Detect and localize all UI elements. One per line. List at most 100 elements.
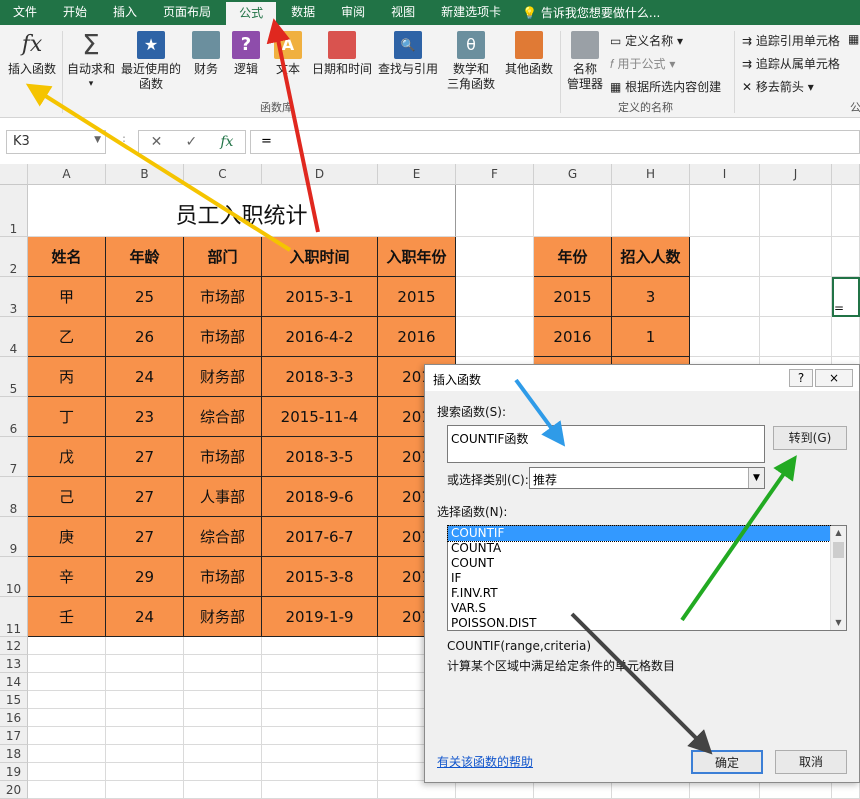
cell[interactable]: [378, 781, 456, 799]
cell[interactable]: [184, 709, 262, 727]
cell[interactable]: [612, 185, 690, 237]
cell[interactable]: [456, 185, 534, 237]
datetime-button[interactable]: 日期和时间: [310, 29, 374, 77]
row-header[interactable]: 14: [0, 673, 28, 691]
search-input[interactable]: COUNTIF函数: [447, 425, 765, 463]
table-cell[interactable]: 市场部: [184, 277, 262, 317]
cell[interactable]: [534, 781, 612, 799]
table-cell[interactable]: 甲: [28, 277, 106, 317]
row-header[interactable]: 9: [0, 517, 28, 557]
cell[interactable]: [690, 317, 760, 357]
cell[interactable]: [262, 709, 378, 727]
table-header[interactable]: 部门: [184, 237, 262, 277]
summary-cell[interactable]: 2016: [534, 317, 612, 357]
row-header[interactable]: 19: [0, 763, 28, 781]
table-header[interactable]: 入职年份: [378, 237, 456, 277]
lookup-button[interactable]: 🔍 查找与引用: [376, 29, 440, 77]
cell[interactable]: [106, 709, 184, 727]
table-cell[interactable]: 2018-9-6: [262, 477, 378, 517]
cell[interactable]: [690, 237, 760, 277]
use-in-formula-button[interactable]: 𝑓 用于公式 ▾: [610, 55, 675, 72]
cell[interactable]: [184, 655, 262, 673]
function-list-item[interactable]: F.INV.RT: [448, 586, 830, 601]
list-scrollbar[interactable]: ▲ ▼: [830, 526, 846, 630]
cell[interactable]: [28, 709, 106, 727]
column-header[interactable]: G: [534, 164, 612, 185]
function-list-item[interactable]: IF: [448, 571, 830, 586]
cell[interactable]: [184, 745, 262, 763]
select-all-corner[interactable]: [0, 164, 28, 185]
table-cell[interactable]: 市场部: [184, 317, 262, 357]
column-header[interactable]: B: [106, 164, 184, 185]
summary-cell[interactable]: 2015: [534, 277, 612, 317]
financial-button[interactable]: 财务: [188, 29, 224, 77]
scroll-down-icon[interactable]: ▼: [831, 616, 846, 630]
cell[interactable]: [106, 637, 184, 655]
table-cell[interactable]: 市场部: [184, 437, 262, 477]
cell[interactable]: [28, 673, 106, 691]
cell[interactable]: [184, 727, 262, 745]
row-header[interactable]: 15: [0, 691, 28, 709]
function-list-item[interactable]: COUNTIF: [447, 525, 831, 542]
tab-formulas[interactable]: 公式: [226, 2, 277, 25]
cell[interactable]: [456, 277, 534, 317]
function-list-item[interactable]: COUNTA: [448, 541, 830, 556]
active-cell[interactable]: =: [832, 277, 860, 317]
go-button[interactable]: 转到(G): [773, 426, 847, 450]
table-cell[interactable]: 24: [106, 357, 184, 397]
help-link[interactable]: 有关该函数的帮助: [437, 753, 533, 770]
tab-new[interactable]: 新建选项卡: [428, 0, 514, 25]
table-cell[interactable]: 己: [28, 477, 106, 517]
table-cell[interactable]: 丁: [28, 397, 106, 437]
table-cell[interactable]: 丙: [28, 357, 106, 397]
row-header[interactable]: 3: [0, 277, 28, 317]
table-cell[interactable]: 27: [106, 477, 184, 517]
cell[interactable]: [760, 781, 832, 799]
table-header[interactable]: 年龄: [106, 237, 184, 277]
insert-function-button[interactable]: fx 插入函数: [4, 29, 60, 77]
table-cell[interactable]: 戊: [28, 437, 106, 477]
row-header[interactable]: 13: [0, 655, 28, 673]
summary-header[interactable]: 年份: [534, 237, 612, 277]
table-cell[interactable]: 辛: [28, 557, 106, 597]
table-cell[interactable]: 财务部: [184, 357, 262, 397]
cell[interactable]: [106, 745, 184, 763]
cell[interactable]: [28, 637, 106, 655]
cell[interactable]: [262, 745, 378, 763]
row-header[interactable]: 6: [0, 397, 28, 437]
cell[interactable]: [184, 673, 262, 691]
chevron-down-icon[interactable]: ▼: [94, 135, 101, 145]
cell[interactable]: [106, 691, 184, 709]
row-header[interactable]: 18: [0, 745, 28, 763]
table-cell[interactable]: 财务部: [184, 597, 262, 637]
column-header[interactable]: E: [378, 164, 456, 185]
summary-cell[interactable]: 3: [612, 277, 690, 317]
cell[interactable]: [760, 237, 832, 277]
cell[interactable]: [28, 763, 106, 781]
table-cell[interactable]: 乙: [28, 317, 106, 357]
summary-header[interactable]: 招入人数: [612, 237, 690, 277]
enter-icon[interactable]: ✓: [185, 134, 197, 150]
table-cell[interactable]: 2017-6-7: [262, 517, 378, 557]
cell[interactable]: [262, 727, 378, 745]
text-button[interactable]: A 文本: [270, 29, 306, 77]
define-name-button[interactable]: ▭ 定义名称 ▾: [610, 32, 683, 49]
table-cell[interactable]: 综合部: [184, 397, 262, 437]
cell[interactable]: [28, 745, 106, 763]
row-header[interactable]: 11: [0, 597, 28, 637]
table-cell[interactable]: 2015: [378, 277, 456, 317]
table-cell[interactable]: 2018-3-5: [262, 437, 378, 477]
cell[interactable]: [832, 317, 860, 357]
trace-dependents-button[interactable]: ⇉ 追踪从属单元格: [742, 55, 840, 72]
cell[interactable]: [612, 781, 690, 799]
cancel-icon[interactable]: ✕: [151, 134, 163, 150]
cell[interactable]: [690, 277, 760, 317]
table-cell[interactable]: 综合部: [184, 517, 262, 557]
cell[interactable]: [262, 637, 378, 655]
row-header[interactable]: 5: [0, 357, 28, 397]
table-cell[interactable]: 29: [106, 557, 184, 597]
tab-data[interactable]: 数据: [278, 0, 328, 25]
table-cell[interactable]: 2018-3-3: [262, 357, 378, 397]
cell[interactable]: [184, 781, 262, 799]
cancel-button[interactable]: 取消: [775, 750, 847, 774]
